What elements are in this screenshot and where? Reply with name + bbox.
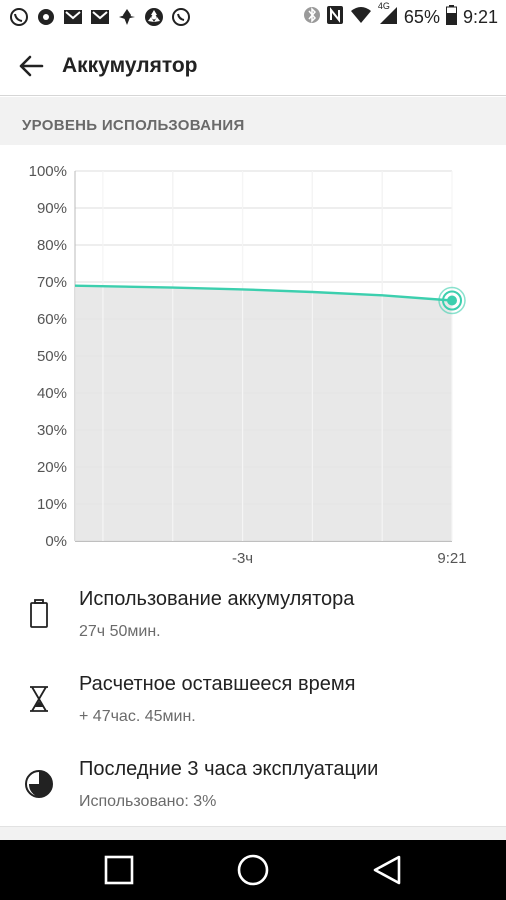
- y-tick-label: 10%: [37, 496, 67, 513]
- hourglass-icon: [22, 682, 56, 716]
- nfc-icon: [326, 5, 344, 30]
- battery-icon: [22, 597, 56, 631]
- notification-icons: [8, 6, 192, 28]
- status-time: 9:21: [462, 7, 498, 27]
- y-tick-label: 20%: [37, 459, 67, 476]
- back-arrow-button[interactable]: [14, 50, 48, 82]
- x-tick-label: 9:21: [437, 550, 466, 567]
- divider: [0, 826, 506, 840]
- x-tick-label: -3ч: [232, 550, 253, 567]
- item-subtitle: + 47час. 45мин.: [79, 708, 196, 725]
- item-title: Использование аккумулятора: [79, 588, 355, 610]
- y-tick-label: 40%: [37, 385, 67, 402]
- page-title: Аккумулятор: [62, 54, 198, 77]
- y-tick-label: 50%: [37, 348, 67, 365]
- app-notification-icon: [116, 6, 138, 28]
- nav-back-button[interactable]: [369, 852, 405, 888]
- y-tick-label: 90%: [37, 200, 67, 217]
- y-tick-label: 70%: [37, 274, 67, 291]
- current-point-dot: [447, 295, 457, 306]
- system-indicators: 4G 65% 9:21: [303, 1, 498, 30]
- navigation-bar: [0, 840, 506, 900]
- radiation-icon: [143, 6, 165, 28]
- gear-notification-icon: [35, 6, 57, 28]
- y-tick-label: 80%: [37, 237, 67, 254]
- back-arrow-icon: [19, 55, 44, 77]
- section-title: УРОВЕНЬ ИСПОЛЬЗОВАНИЯ: [22, 117, 245, 134]
- item-subtitle: 27ч 50мин.: [79, 623, 161, 640]
- nav-back-icon: [373, 855, 401, 885]
- y-tick-label: 60%: [37, 311, 67, 328]
- gmail-icon: [62, 6, 84, 28]
- viber-icon: [8, 6, 30, 28]
- item-subtitle: Использовано: 3%: [79, 793, 217, 810]
- battery-usage-chart: 100% 90% 80% 70% 60% 50% 40% 30% 20% 10% 0% -3ч 9:21: [0, 145, 506, 575]
- battery-icon: [445, 5, 457, 30]
- item-title: Расчетное оставшееся время: [79, 673, 356, 695]
- battery-usage-item[interactable]: Использование аккумулятора 27ч 50мин.: [0, 575, 506, 660]
- whatsapp-icon: [170, 6, 192, 28]
- estimated-time-item[interactable]: Расчетное оставшееся время + 47час. 45ми…: [0, 660, 506, 745]
- bluetooth-icon: [303, 5, 320, 30]
- home-button[interactable]: [235, 852, 271, 888]
- recents-button[interactable]: [101, 852, 137, 888]
- app-bar: Аккумулятор: [0, 36, 506, 96]
- y-tick-label: 30%: [37, 422, 67, 439]
- battery-percent: 65%: [403, 7, 440, 27]
- gmail-icon: [89, 6, 111, 28]
- chart-svg: 100% 90% 80% 70% 60% 50% 40% 30% 20% 10% 0% -3ч 9:21: [29, 163, 467, 567]
- wifi-icon: [350, 6, 372, 29]
- battery-area: [75, 285, 452, 541]
- half-circle-icon: [22, 767, 56, 801]
- section-header: УРОВЕНЬ ИСПОЛЬЗОВАНИЯ: [0, 97, 506, 145]
- recents-icon: [104, 855, 134, 885]
- item-title: Последние 3 часа эксплуатации: [79, 758, 379, 780]
- home-icon: [237, 854, 269, 886]
- status-bar: 4G 65% 9:21: [0, 0, 506, 36]
- y-tick-label: 0%: [45, 533, 67, 550]
- network-type: 4G: [377, 1, 390, 11]
- last-3-hours-item[interactable]: Последние 3 часа эксплуатации Использова…: [0, 745, 506, 830]
- signal-icon: 4G: [378, 1, 398, 30]
- y-tick-label: 100%: [29, 163, 67, 180]
